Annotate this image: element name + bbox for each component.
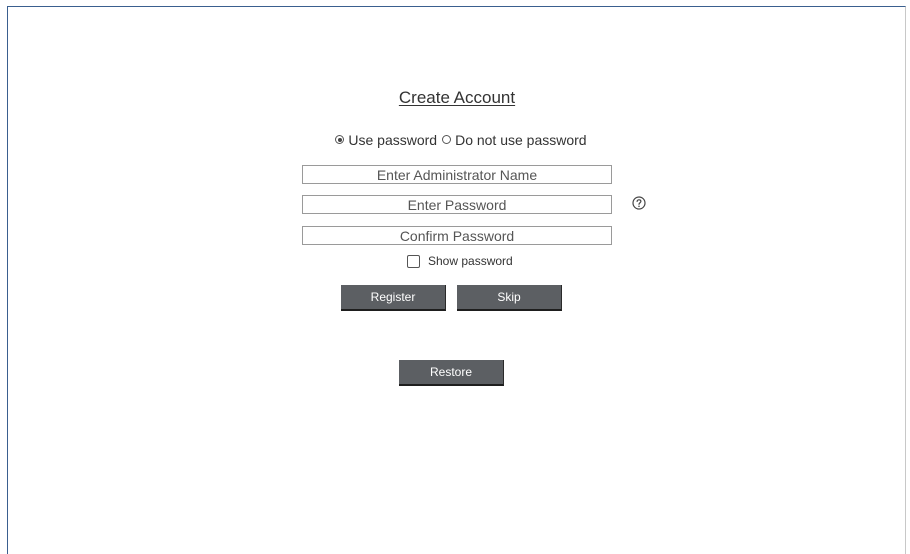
- page-title: Create Account: [398, 88, 516, 107]
- radio-no-password-label: Do not use password: [455, 131, 587, 148]
- help-icon[interactable]: [632, 196, 646, 210]
- radio-no-password[interactable]: Do not use password: [442, 132, 587, 148]
- radio-use-password-label: Use password: [348, 131, 438, 148]
- skip-button[interactable]: Skip: [457, 285, 562, 311]
- radio-checked-icon[interactable]: [335, 135, 345, 144]
- show-password-toggle[interactable]: Show password: [407, 254, 513, 268]
- show-password-label: Show password: [428, 254, 513, 268]
- radio-unchecked-icon[interactable]: [442, 135, 452, 144]
- administrator-name-input[interactable]: [302, 165, 612, 184]
- show-password-checkbox[interactable]: [407, 254, 420, 268]
- radio-use-password[interactable]: Use password: [335, 132, 437, 148]
- password-input[interactable]: [302, 195, 612, 214]
- password-mode-radio-group: Use password Do not use password: [0, 131, 910, 148]
- register-button[interactable]: Register: [341, 285, 446, 311]
- restore-button[interactable]: Restore: [399, 360, 504, 386]
- confirm-password-input[interactable]: [302, 226, 612, 245]
